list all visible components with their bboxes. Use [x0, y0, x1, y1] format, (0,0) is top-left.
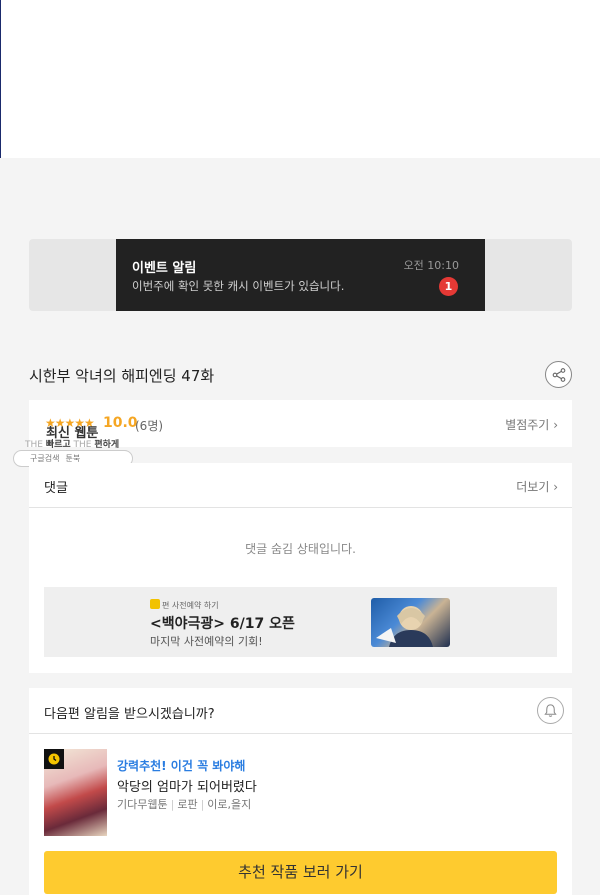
- rate-label: 별점주기: [505, 418, 550, 432]
- chevron-right-icon: ›: [553, 418, 558, 432]
- top-blank-area: [0, 0, 600, 158]
- event-notification[interactable]: 이벤트 알림 이번주에 확인 못한 캐시 이벤트가 있습니다. 오전 10:10…: [116, 239, 485, 311]
- comments-hidden-message: 댓글 숨김 상태입니다.: [245, 542, 356, 556]
- share-button[interactable]: [545, 361, 572, 388]
- event-banner[interactable]: 이벤트 알림 이번주에 확인 못한 캐시 이벤트가 있습니다. 오전 10:10…: [29, 239, 572, 311]
- rating-score: 10.0: [103, 415, 138, 431]
- notify-question: 다음편 알림을 받으시겠습니까?: [44, 707, 215, 722]
- notify-header: 다음편 알림을 받으시겠습니까?: [29, 688, 572, 734]
- recommended-title[interactable]: 악당의 엄마가 되어버렸다: [117, 776, 257, 795]
- ad-description: 마지막 사전예약의 기회!: [150, 635, 263, 648]
- comments-title: 댓글: [44, 481, 68, 496]
- ad-thumbnail: [371, 598, 450, 647]
- event-time: 오전 10:10: [403, 259, 459, 272]
- rating-count: (6명): [135, 419, 164, 433]
- ad-small-text: 편 사전예약 하기: [150, 599, 219, 611]
- recommended-cta-button[interactable]: 추천 작품 보러 가기: [44, 851, 557, 894]
- event-count-badge: 1: [439, 277, 458, 296]
- game-icon: [150, 599, 160, 609]
- rate-button[interactable]: 별점주기 ›: [505, 416, 558, 433]
- next-episode-notify-section: 다음편 알림을 받으시겠습니까? 강력추천! 이건 꼭 봐야해 악당의 엄마가 …: [29, 688, 572, 895]
- comments-section: 댓글 더보기 › 댓글 숨김 상태입니다. 편 사전예약 하기 <백야극광> 6…: [29, 463, 572, 673]
- ad-main-text: <백야극광> 6/17 오픈: [150, 616, 295, 632]
- event-title: 이벤트 알림: [132, 261, 197, 276]
- divider: |: [170, 798, 175, 811]
- recommended-thumbnail[interactable]: [44, 749, 107, 836]
- event-message: 이번주에 확인 못한 캐시 이벤트가 있습니다.: [132, 279, 345, 293]
- chevron-right-icon: ›: [553, 480, 558, 494]
- recommended-meta: 기다무웹툰 | 로판 | 이로,을지: [117, 798, 252, 811]
- overlay-ad-subtitle: THE 빠르고 THE 편하게: [25, 440, 120, 450]
- share-icon: [552, 367, 565, 382]
- comments-header: 댓글 더보기 ›: [29, 463, 572, 508]
- clock-icon: [44, 749, 64, 769]
- bell-icon: [544, 704, 557, 717]
- recommended-tag: 강력추천! 이건 꼭 봐야해: [117, 759, 246, 773]
- divider: |: [200, 798, 205, 811]
- episode-title: 시한부 악녀의 해피엔딩 47화: [29, 367, 215, 385]
- ad-banner[interactable]: 편 사전예약 하기 <백야극광> 6/17 오픈 마지막 사전예약의 기회!: [44, 587, 557, 657]
- comments-more-button[interactable]: 더보기 ›: [516, 478, 558, 495]
- notify-bell-button[interactable]: [537, 697, 564, 724]
